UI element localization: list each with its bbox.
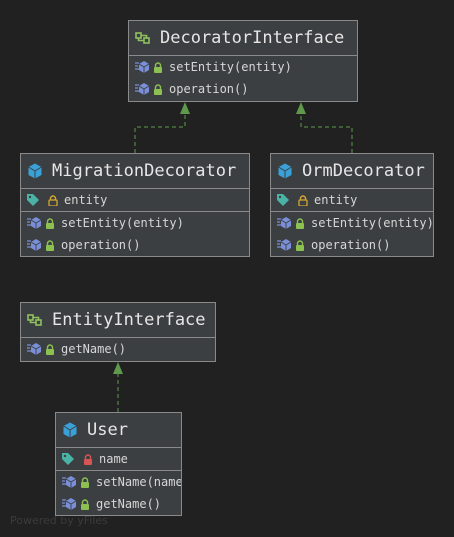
method-name: operation() xyxy=(311,238,391,252)
method-row[interactable]: operation() xyxy=(21,234,249,256)
lock-icon xyxy=(48,194,58,206)
method-icon xyxy=(27,239,42,251)
interface-icon xyxy=(135,32,150,44)
node-name: User xyxy=(87,420,128,440)
methods-section: getName() xyxy=(21,337,215,360)
class-icon xyxy=(278,163,292,179)
node-migration-decorator[interactable]: MigrationDecorator entity setEntity(enti… xyxy=(20,153,250,257)
methods-section: setEntity(entity) operation() xyxy=(129,55,357,100)
method-row[interactable]: setName(name) xyxy=(56,471,181,493)
fields-section: name xyxy=(56,447,181,470)
node-title: DecoratorInterface xyxy=(129,21,357,55)
method-icon xyxy=(277,217,292,229)
method-name: setName(name) xyxy=(96,475,181,489)
lock-icon xyxy=(46,217,54,229)
lock-icon xyxy=(46,343,54,355)
node-orm-decorator[interactable]: OrmDecorator entity setEntity(entity) op… xyxy=(270,153,434,257)
node-name: DecoratorInterface xyxy=(160,28,345,48)
field-name: entity xyxy=(314,193,358,207)
method-row[interactable]: setEntity(entity) xyxy=(21,212,249,234)
node-user[interactable]: User name setName(name) getName() xyxy=(55,412,182,516)
method-name: getName() xyxy=(96,497,162,511)
method-icon xyxy=(277,239,292,251)
lock-icon xyxy=(296,239,304,251)
tag-icon xyxy=(62,453,74,465)
method-row[interactable]: setEntity(entity) xyxy=(271,212,433,234)
node-title: OrmDecorator xyxy=(271,154,433,188)
fields-section: entity xyxy=(21,188,249,211)
node-name: MigrationDecorator xyxy=(52,161,237,181)
method-icon xyxy=(27,343,42,355)
methods-section: setName(name) getName() xyxy=(56,470,181,515)
edge-migration-to-decorator xyxy=(134,114,186,153)
method-icon xyxy=(135,83,150,95)
method-row[interactable]: operation() xyxy=(271,234,433,256)
lock-icon xyxy=(298,194,308,206)
node-name: OrmDecorator xyxy=(302,161,425,181)
method-icon xyxy=(135,61,150,73)
method-name: getName() xyxy=(61,342,127,356)
node-entity-interface[interactable]: EntityInterface getName() xyxy=(20,302,216,362)
arrowhead-migration xyxy=(180,102,190,114)
method-icon xyxy=(62,498,77,510)
field-row[interactable]: entity xyxy=(21,189,249,211)
watermark: Powered by yFiles xyxy=(10,514,108,527)
interface-icon xyxy=(27,314,42,326)
node-title: EntityInterface xyxy=(21,303,215,337)
lock-icon xyxy=(81,476,89,488)
class-icon xyxy=(28,163,42,179)
method-row[interactable]: operation() xyxy=(129,78,357,100)
node-title: MigrationDecorator xyxy=(21,154,249,188)
method-name: setEntity(entity) xyxy=(311,216,433,230)
node-title: User xyxy=(56,413,181,447)
method-name: setEntity(entity) xyxy=(61,216,184,230)
lock-icon xyxy=(154,83,162,95)
tag-icon xyxy=(277,194,289,206)
node-decorator-interface[interactable]: DecoratorInterface setEntity(entity) ope… xyxy=(128,20,358,102)
fields-section: entity xyxy=(271,188,433,211)
lock-icon xyxy=(46,239,54,251)
method-name: setEntity(entity) xyxy=(169,60,292,74)
method-icon xyxy=(27,217,42,229)
methods-section: setEntity(entity) operation() xyxy=(271,211,433,256)
node-name: EntityInterface xyxy=(52,310,206,330)
arrowhead-user xyxy=(113,362,123,374)
method-icon xyxy=(62,476,77,488)
edge-orm-to-decorator xyxy=(300,114,353,153)
method-row[interactable]: getName() xyxy=(21,338,215,360)
methods-section: setEntity(entity) operation() xyxy=(21,211,249,256)
class-icon xyxy=(63,422,77,438)
field-name: entity xyxy=(64,193,108,207)
method-row[interactable]: getName() xyxy=(56,493,181,515)
field-row[interactable]: entity xyxy=(271,189,433,211)
tag-icon xyxy=(27,194,39,206)
field-name: name xyxy=(99,452,128,466)
lock-icon xyxy=(154,61,162,73)
lock-icon xyxy=(296,217,304,229)
method-row[interactable]: setEntity(entity) xyxy=(129,56,357,78)
arrowhead-orm xyxy=(296,102,306,114)
field-row[interactable]: name xyxy=(56,448,181,470)
lock-icon xyxy=(81,498,89,510)
method-name: operation() xyxy=(169,82,249,96)
method-name: operation() xyxy=(61,238,141,252)
lock-icon xyxy=(84,453,92,465)
